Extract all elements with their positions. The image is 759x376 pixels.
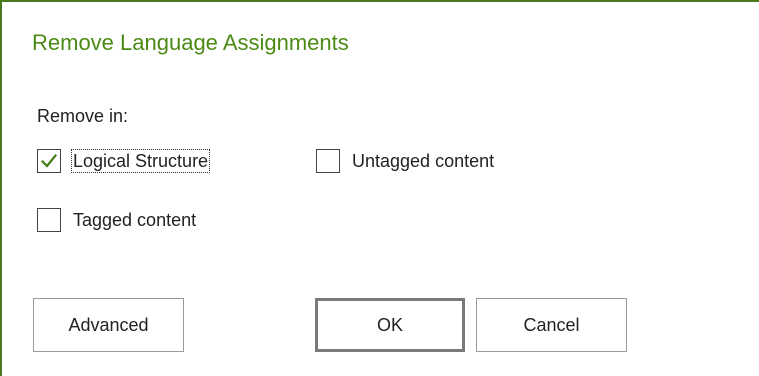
advanced-button[interactable]: Advanced [33, 298, 184, 352]
logical-structure-checkbox[interactable] [37, 149, 61, 173]
logical-structure-option[interactable]: Logical Structure [37, 149, 211, 173]
checkmark-icon [40, 153, 58, 168]
untagged-content-option[interactable]: Untagged content [316, 149, 496, 173]
dialog-title: Remove Language Assignments [32, 30, 349, 55]
tagged-content-checkbox[interactable] [37, 208, 61, 232]
cancel-button[interactable]: Cancel [476, 298, 627, 352]
logical-structure-label: Logical Structure [71, 149, 211, 173]
tagged-content-option[interactable]: Tagged content [37, 208, 198, 232]
remove-in-label: Remove in: [37, 106, 129, 126]
tagged-content-label: Tagged content [73, 210, 197, 230]
ok-button[interactable]: OK [315, 298, 465, 352]
untagged-content-checkbox[interactable] [316, 149, 340, 173]
untagged-content-label: Untagged content [352, 151, 495, 171]
remove-language-dialog: Remove Language Assignments Remove in: L… [0, 0, 759, 376]
